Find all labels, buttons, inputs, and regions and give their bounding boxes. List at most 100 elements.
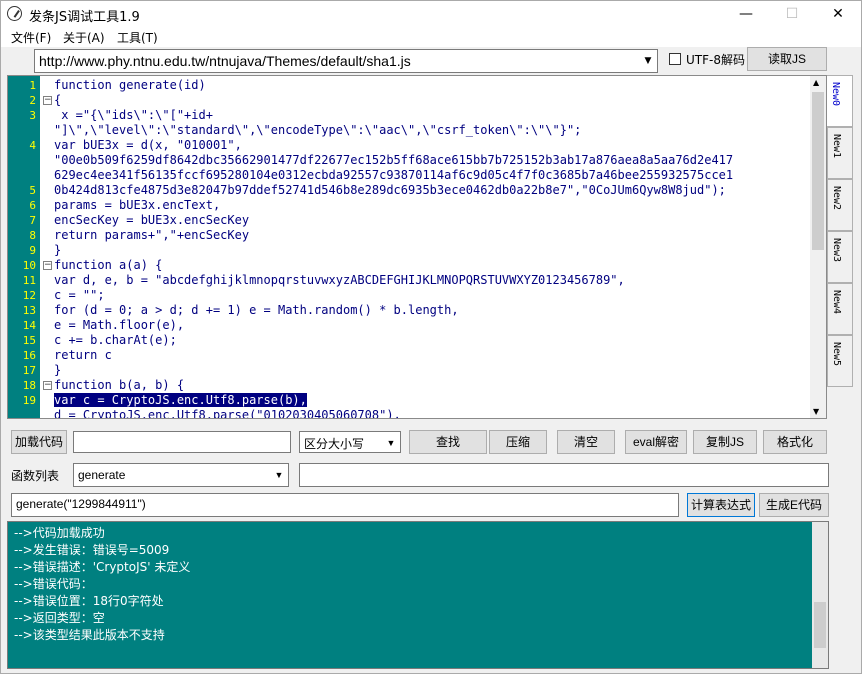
line-number: [8, 153, 38, 168]
tab-new5[interactable]: New5: [827, 335, 853, 387]
chevron-down-icon[interactable]: ▼: [639, 50, 657, 72]
output-line: -->代码加载成功: [14, 526, 105, 540]
url-value[interactable]: http://www.phy.ntnu.edu.tw/ntnujava/Them…: [39, 53, 411, 69]
code-line-text: encSecKey = bUE3x.encSecKey: [54, 213, 250, 227]
code-line[interactable]: }: [54, 243, 810, 258]
fold-toggle-icon[interactable]: −: [43, 96, 52, 105]
gen-e-code-button[interactable]: 生成E代码: [759, 493, 829, 517]
code-line-text: }: [54, 243, 62, 257]
tab-label: New1: [831, 134, 842, 159]
utf8-checkbox[interactable]: [669, 53, 681, 65]
code-line[interactable]: c = "";: [54, 288, 810, 303]
compress-button[interactable]: 压缩: [489, 430, 547, 454]
line-number: 10: [22, 259, 36, 272]
code-line[interactable]: params = bUE3x.encText,: [54, 198, 810, 213]
tab-label: New3: [831, 238, 842, 263]
code-line[interactable]: return c: [54, 348, 810, 363]
code-line[interactable]: encSecKey = bUE3x.encSecKey: [54, 213, 810, 228]
tab-new2[interactable]: New2: [827, 179, 853, 231]
clear-button[interactable]: 清空: [557, 430, 615, 454]
code-line[interactable]: return params+","+encSecKey: [54, 228, 810, 243]
code-area[interactable]: function generate(id){ x ="{\"ids\":\"["…: [54, 78, 810, 419]
code-line[interactable]: d = CryptoJS.enc.Utf8.parse("01020304050…: [54, 408, 810, 419]
function-info-field[interactable]: [299, 463, 829, 487]
code-line-text: x ="{\"ids\":\"["+id+: [54, 108, 213, 122]
tab-label: New0: [830, 82, 841, 107]
load-code-button[interactable]: 加载代码: [11, 430, 67, 454]
tab-new0[interactable]: New0: [827, 75, 853, 127]
function-list-select[interactable]: generate ▼: [73, 463, 289, 487]
code-line-text: "]\",\"level\":\"standard\",\"encodeType…: [54, 123, 582, 137]
output-console[interactable]: -->代码加载成功 -->发生错误：错误号=5009 -->错误描述：'Crypto…: [7, 521, 829, 669]
code-line[interactable]: function a(a) {: [54, 258, 810, 273]
line-number: 13: [22, 304, 36, 317]
code-line[interactable]: var c = CryptoJS.enc.Utf8.parse(b),: [54, 393, 810, 408]
output-scrollbar[interactable]: [812, 522, 828, 668]
editor-tabs: New0 New1 New2 New3 New4 New5: [827, 75, 853, 387]
scroll-up-icon[interactable]: ▲: [813, 78, 819, 87]
output-scroll-thumb[interactable]: [814, 602, 826, 648]
code-line[interactable]: function b(a, b) {: [54, 378, 810, 393]
scroll-thumb[interactable]: [812, 92, 824, 250]
editor-scrollbar[interactable]: ▲ ▼: [810, 76, 826, 418]
eval-decode-button[interactable]: eval解密: [625, 430, 687, 454]
calc-expression-button[interactable]: 计算表达式: [687, 493, 755, 517]
minimize-button[interactable]: —: [723, 1, 769, 27]
code-line[interactable]: c += b.charAt(e);: [54, 333, 810, 348]
read-js-button[interactable]: 读取JS: [747, 47, 827, 71]
code-line[interactable]: var bUE3x = d(x, "010001",: [54, 138, 810, 153]
chevron-down-icon[interactable]: ▼: [270, 464, 288, 486]
menu-about[interactable]: 关于(A): [63, 29, 105, 46]
code-line[interactable]: "00e0b509f6259df8642dbc35662901477df2267…: [54, 153, 810, 168]
url-combobox[interactable]: http://www.phy.ntnu.edu.tw/ntnujava/Them…: [34, 49, 658, 73]
expression-input[interactable]: generate("1299844911"): [11, 493, 679, 517]
tab-new1[interactable]: New1: [827, 127, 853, 179]
code-line[interactable]: 629ec4ee341f56135fccf695280104e0312ecbda…: [54, 168, 810, 183]
code-line-text: function generate(id): [54, 78, 206, 92]
code-line[interactable]: function generate(id): [54, 78, 810, 93]
format-button[interactable]: 格式化: [763, 430, 827, 454]
code-editor[interactable]: 1 2 3 4 5 6 7 8 9 10 11 12 13 14 15 16 17 18 19 − − − functi…: [7, 75, 827, 419]
code-line-text: d = CryptoJS.enc.Utf8.parse("01020304050…: [54, 408, 401, 419]
maximize-button[interactable]: ☐: [769, 1, 815, 27]
tab-label: New5: [831, 342, 842, 367]
code-line[interactable]: }: [54, 363, 810, 378]
code-line[interactable]: {: [54, 93, 810, 108]
code-line[interactable]: for (d = 0; a > d; d += 1) e = Math.rand…: [54, 303, 810, 318]
fold-toggle-icon[interactable]: −: [43, 261, 52, 270]
case-sensitive-select[interactable]: 区分大小写 ▼: [299, 431, 401, 453]
code-line[interactable]: var d, e, b = "abcdefghijklmnopqrstuvwxy…: [54, 273, 810, 288]
line-number: 18: [22, 379, 36, 392]
app-logo-icon: [7, 6, 22, 21]
chevron-down-icon[interactable]: ▼: [382, 432, 400, 452]
fold-toggle-icon[interactable]: −: [43, 381, 52, 390]
line-number: 11: [22, 274, 36, 287]
copy-js-button[interactable]: 复制JS: [693, 430, 757, 454]
output-line: -->发生错误：错误号=5009: [14, 543, 170, 557]
load-code-input[interactable]: [73, 431, 291, 453]
tab-new3[interactable]: New3: [827, 231, 853, 283]
code-line-text: 629ec4ee341f56135fccf695280104e0312ecbda…: [54, 168, 734, 182]
scroll-down-icon[interactable]: ▼: [813, 407, 819, 416]
find-button[interactable]: 查找: [409, 430, 487, 454]
menu-file[interactable]: 文件(F): [11, 29, 51, 46]
title-bar[interactable]: 发条JS调试工具1.9 — ☐ ✕: [1, 1, 861, 27]
tab-label: New2: [831, 186, 842, 211]
code-line-text: for (d = 0; a > d; d += 1) e = Math.rand…: [54, 303, 459, 317]
code-line-text: var c = CryptoJS.enc.Utf8.parse(b),: [54, 393, 307, 407]
line-number: 8: [29, 229, 36, 242]
case-sensitive-value: 区分大小写: [304, 437, 365, 451]
code-line[interactable]: x ="{\"ids\":\"["+id+: [54, 108, 810, 123]
code-line-text: return params+","+encSecKey: [54, 228, 250, 242]
tab-new4[interactable]: New4: [827, 283, 853, 335]
code-line[interactable]: 0b424d813cfe4875d3e82047b97ddef52741d546…: [54, 183, 810, 198]
close-button[interactable]: ✕: [815, 1, 861, 27]
line-number: 4: [29, 139, 36, 152]
code-line[interactable]: e = Math.floor(e),: [54, 318, 810, 333]
code-line-text: {: [54, 93, 62, 107]
menu-tools[interactable]: 工具(T): [117, 29, 158, 46]
line-number: 2: [29, 94, 36, 107]
code-line[interactable]: "]\",\"level\":\"standard\",\"encodeType…: [54, 123, 810, 138]
line-number: 3: [29, 109, 36, 122]
line-number: 19: [22, 394, 36, 407]
